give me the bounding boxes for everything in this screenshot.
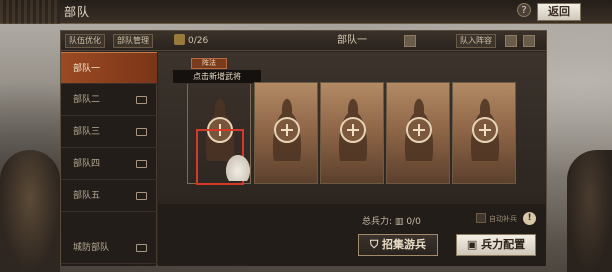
troop-icon <box>136 160 147 168</box>
troops-icon: ▥ <box>394 217 404 227</box>
settings-gear-icon[interactable] <box>505 35 517 47</box>
add-general-icon[interactable] <box>406 117 432 143</box>
sidebar-item-team5[interactable]: 部队五 <box>61 180 157 212</box>
troop-icon <box>136 96 147 104</box>
general-slot-5[interactable] <box>452 82 516 184</box>
add-general-icon[interactable] <box>472 117 498 143</box>
team-name: 部队一 <box>337 35 367 46</box>
panel-header: 队伍优化 部队管理 0/26 部队一 队入阵容 <box>61 31 546 51</box>
add-general-tooltip: 点击新增武将 <box>172 69 262 84</box>
general-slot-4[interactable] <box>386 82 450 184</box>
total-troops-value: 0/0 <box>406 217 421 227</box>
share-icon[interactable] <box>523 35 535 47</box>
sidebar-item-label: 部队四 <box>73 159 101 169</box>
sidebar-item-label: 部队二 <box>73 95 101 105</box>
import-lineup-button[interactable]: 队入阵容 <box>456 34 496 48</box>
auto-replenish-label: 自动补兵 <box>489 215 517 223</box>
soldier-figure-left <box>0 150 60 272</box>
troop-config-button[interactable]: ▣ 兵力配置 <box>456 234 536 256</box>
general-slot-1[interactable] <box>187 82 251 185</box>
soldier-figure-right <box>567 150 612 272</box>
top-bar-ornament <box>0 0 60 24</box>
rename-icon[interactable] <box>404 35 416 47</box>
sidebar-item-label: 部队五 <box>73 191 101 201</box>
general-slot-2[interactable] <box>254 82 318 184</box>
sidebar-item-label: 部队一 <box>73 64 101 74</box>
auto-replenish-toggle[interactable]: 自动补兵 <box>476 213 517 224</box>
sidebar-item-label: 部队三 <box>73 127 101 137</box>
team-optimize-button[interactable]: 队伍优化 <box>65 34 105 48</box>
general-icon <box>174 34 185 45</box>
pointer-hand-icon <box>226 155 250 181</box>
recruit-label: 招集游兵 <box>382 238 427 251</box>
sidebar-item-label: 城防部队 <box>73 243 110 253</box>
general-count: 0/26 <box>174 34 208 48</box>
recruit-button[interactable]: ⛉ 招集游兵 <box>358 234 438 256</box>
add-general-icon[interactable] <box>340 117 366 143</box>
general-count-value: 0/26 <box>188 36 209 46</box>
back-button[interactable]: 返回 <box>537 3 581 21</box>
info-icon[interactable]: ! <box>523 212 536 225</box>
config-icon: ▣ <box>466 238 482 251</box>
formation-button[interactable]: 阵法 <box>191 58 227 69</box>
team-manage-button[interactable]: 部队管理 <box>113 34 153 48</box>
total-troops-label: 总兵力: <box>362 217 393 227</box>
sidebar-item-team1[interactable]: 部队一 <box>61 52 157 84</box>
help-button[interactable]: ? <box>517 3 531 17</box>
sidebar-item-team2[interactable]: 部队二 <box>61 84 157 116</box>
recruit-icon: ⛉ <box>369 238 383 251</box>
top-bar: 部队 ? 返回 <box>0 0 612 24</box>
sidebar-item-team3[interactable]: 部队三 <box>61 116 157 148</box>
sidebar-item-team4[interactable]: 部队四 <box>61 148 157 180</box>
panel-footer: 总兵力: ▥ 0/0 自动补兵 ! ⛉ 招集游兵 ▣ 兵力配置 <box>158 204 546 266</box>
page-title: 部队 <box>64 5 91 19</box>
total-troops: 总兵力: ▥ 0/0 <box>362 214 421 227</box>
troop-icon <box>136 244 147 252</box>
auto-replenish-checkbox[interactable] <box>476 213 486 223</box>
add-general-icon[interactable] <box>274 117 300 143</box>
sidebar-item-city-defense[interactable]: 城防部队 <box>61 232 157 264</box>
team-sidebar: 部队一 部队二 部队三 部队四 部队五 城防部队 <box>61 52 157 266</box>
general-slots-area: 阵法 点击新增武将 <box>158 52 546 204</box>
general-slot-3[interactable] <box>320 82 384 184</box>
troop-icon <box>136 128 147 136</box>
troop-panel: 队伍优化 部队管理 0/26 部队一 队入阵容 部队一 部队二 部队三 部队四 … <box>60 30 547 266</box>
troop-config-label: 兵力配置 <box>481 238 526 251</box>
troop-icon <box>136 192 147 200</box>
